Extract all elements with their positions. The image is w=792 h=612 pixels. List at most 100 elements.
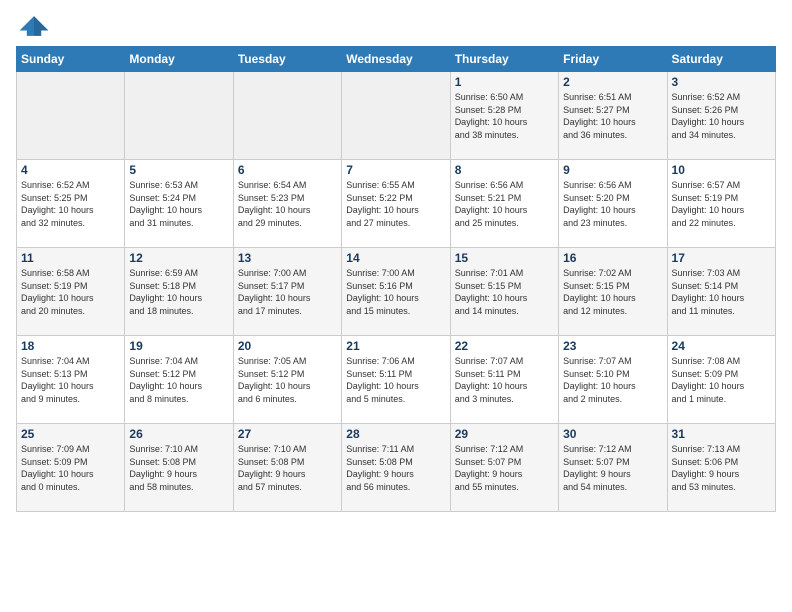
calendar-cell: 2Sunrise: 6:51 AMSunset: 5:27 PMDaylight… xyxy=(559,72,667,160)
calendar-week-row: 18 Sunrise: 7:04 AMSunset: 5:13 PMDayligh… xyxy=(17,336,776,424)
day-number: 17 xyxy=(672,251,771,265)
calendar-cell: 29 Sunrise: 7:12 AMSunset: 5:07 PMDayligh… xyxy=(450,424,558,512)
calendar-table: SundayMondayTuesdayWednesdayThursdayFrid… xyxy=(16,46,776,512)
page: SundayMondayTuesdayWednesdayThursdayFrid… xyxy=(0,0,792,612)
day-info: Sunrise: 7:02 AMSunset: 5:15 PMDaylight:… xyxy=(563,267,662,317)
day-number: 31 xyxy=(672,427,771,441)
day-info: Sunrise: 6:50 AMSunset: 5:28 PMDaylight:… xyxy=(455,91,554,141)
day-info: Sunrise: 7:10 AMSunset: 5:08 PMDaylight:… xyxy=(238,443,337,493)
day-info: Sunrise: 7:04 AMSunset: 5:13 PMDaylight:… xyxy=(21,355,120,405)
calendar-cell: 23 Sunrise: 7:07 AMSunset: 5:10 PMDayligh… xyxy=(559,336,667,424)
day-number: 11 xyxy=(21,251,120,265)
day-number: 3 xyxy=(672,75,771,89)
days-of-week-row: SundayMondayTuesdayWednesdayThursdayFrid… xyxy=(17,47,776,72)
day-number: 29 xyxy=(455,427,554,441)
day-of-week-header: Sunday xyxy=(17,47,125,72)
day-number: 7 xyxy=(346,163,445,177)
calendar-week-row: 11 Sunrise: 6:58 AMSunset: 5:19 PMDayligh… xyxy=(17,248,776,336)
day-info: Sunrise: 7:00 AMSunset: 5:17 PMDaylight:… xyxy=(238,267,337,317)
calendar-cell: 9Sunrise: 6:56 AMSunset: 5:20 PMDaylight… xyxy=(559,160,667,248)
day-info: Sunrise: 6:55 AMSunset: 5:22 PMDaylight:… xyxy=(346,179,445,229)
calendar-cell xyxy=(17,72,125,160)
day-number: 26 xyxy=(129,427,228,441)
day-info: Sunrise: 6:53 AMSunset: 5:24 PMDaylight:… xyxy=(129,179,228,229)
day-number: 18 xyxy=(21,339,120,353)
day-info: Sunrise: 6:57 AMSunset: 5:19 PMDaylight:… xyxy=(672,179,771,229)
day-info: Sunrise: 7:07 AMSunset: 5:11 PMDaylight:… xyxy=(455,355,554,405)
day-number: 21 xyxy=(346,339,445,353)
day-info: Sunrise: 7:04 AMSunset: 5:12 PMDaylight:… xyxy=(129,355,228,405)
calendar-cell: 10 Sunrise: 6:57 AMSunset: 5:19 PMDayligh… xyxy=(667,160,775,248)
day-info: Sunrise: 6:54 AMSunset: 5:23 PMDaylight:… xyxy=(238,179,337,229)
day-number: 28 xyxy=(346,427,445,441)
calendar-cell: 3 Sunrise: 6:52 AMSunset: 5:26 PMDaylight… xyxy=(667,72,775,160)
calendar-week-row: 4Sunrise: 6:52 AMSunset: 5:25 PMDaylight… xyxy=(17,160,776,248)
calendar-cell: 6 Sunrise: 6:54 AMSunset: 5:23 PMDaylight… xyxy=(233,160,341,248)
day-number: 25 xyxy=(21,427,120,441)
calendar-cell: 19 Sunrise: 7:04 AMSunset: 5:12 PMDayligh… xyxy=(125,336,233,424)
calendar-cell: 11 Sunrise: 6:58 AMSunset: 5:19 PMDayligh… xyxy=(17,248,125,336)
calendar-cell: 5 Sunrise: 6:53 AMSunset: 5:24 PMDaylight… xyxy=(125,160,233,248)
header xyxy=(16,12,776,40)
day-number: 15 xyxy=(455,251,554,265)
day-number: 5 xyxy=(129,163,228,177)
day-info: Sunrise: 7:07 AMSunset: 5:10 PMDaylight:… xyxy=(563,355,662,405)
day-number: 27 xyxy=(238,427,337,441)
day-number: 23 xyxy=(563,339,662,353)
day-info: Sunrise: 7:13 AMSunset: 5:06 PMDaylight:… xyxy=(672,443,771,493)
day-info: Sunrise: 6:56 AMSunset: 5:21 PMDaylight:… xyxy=(455,179,554,229)
calendar-cell: 24 Sunrise: 7:08 AMSunset: 5:09 PMDayligh… xyxy=(667,336,775,424)
day-of-week-header: Saturday xyxy=(667,47,775,72)
day-info: Sunrise: 7:06 AMSunset: 5:11 PMDaylight:… xyxy=(346,355,445,405)
calendar-cell: 20 Sunrise: 7:05 AMSunset: 5:12 PMDayligh… xyxy=(233,336,341,424)
calendar-cell xyxy=(233,72,341,160)
calendar-cell: 27 Sunrise: 7:10 AMSunset: 5:08 PMDayligh… xyxy=(233,424,341,512)
calendar-cell: 18 Sunrise: 7:04 AMSunset: 5:13 PMDayligh… xyxy=(17,336,125,424)
calendar-cell xyxy=(125,72,233,160)
calendar-cell: 4Sunrise: 6:52 AMSunset: 5:25 PMDaylight… xyxy=(17,160,125,248)
day-number: 24 xyxy=(672,339,771,353)
day-number: 22 xyxy=(455,339,554,353)
day-number: 12 xyxy=(129,251,228,265)
day-info: Sunrise: 7:01 AMSunset: 5:15 PMDaylight:… xyxy=(455,267,554,317)
day-info: Sunrise: 7:12 AMSunset: 5:07 PMDaylight:… xyxy=(455,443,554,493)
calendar-cell: 25 Sunrise: 7:09 AMSunset: 5:09 PMDayligh… xyxy=(17,424,125,512)
calendar-cell: 14Sunrise: 7:00 AMSunset: 5:16 PMDayligh… xyxy=(342,248,450,336)
day-number: 19 xyxy=(129,339,228,353)
day-of-week-header: Thursday xyxy=(450,47,558,72)
day-number: 8 xyxy=(455,163,554,177)
day-number: 20 xyxy=(238,339,337,353)
calendar-cell: 15 Sunrise: 7:01 AMSunset: 5:15 PMDayligh… xyxy=(450,248,558,336)
day-info: Sunrise: 6:56 AMSunset: 5:20 PMDaylight:… xyxy=(563,179,662,229)
day-number: 10 xyxy=(672,163,771,177)
calendar-week-row: 1Sunrise: 6:50 AMSunset: 5:28 PMDaylight… xyxy=(17,72,776,160)
day-info: Sunrise: 6:58 AMSunset: 5:19 PMDaylight:… xyxy=(21,267,120,317)
day-number: 4 xyxy=(21,163,120,177)
day-info: Sunrise: 6:51 AMSunset: 5:27 PMDaylight:… xyxy=(563,91,662,141)
day-number: 14 xyxy=(346,251,445,265)
day-of-week-header: Monday xyxy=(125,47,233,72)
calendar-cell: 16Sunrise: 7:02 AMSunset: 5:15 PMDayligh… xyxy=(559,248,667,336)
day-of-week-header: Tuesday xyxy=(233,47,341,72)
calendar-cell: 22 Sunrise: 7:07 AMSunset: 5:11 PMDayligh… xyxy=(450,336,558,424)
calendar-week-row: 25 Sunrise: 7:09 AMSunset: 5:09 PMDayligh… xyxy=(17,424,776,512)
calendar-cell: 28 Sunrise: 7:11 AMSunset: 5:08 PMDayligh… xyxy=(342,424,450,512)
calendar-cell: 26Sunrise: 7:10 AMSunset: 5:08 PMDayligh… xyxy=(125,424,233,512)
calendar-cell: 31 Sunrise: 7:13 AMSunset: 5:06 PMDayligh… xyxy=(667,424,775,512)
calendar-body: 1Sunrise: 6:50 AMSunset: 5:28 PMDaylight… xyxy=(17,72,776,512)
calendar-cell: 1Sunrise: 6:50 AMSunset: 5:28 PMDaylight… xyxy=(450,72,558,160)
calendar-cell: 8 Sunrise: 6:56 AMSunset: 5:21 PMDaylight… xyxy=(450,160,558,248)
calendar-cell xyxy=(342,72,450,160)
day-of-week-header: Wednesday xyxy=(342,47,450,72)
day-info: Sunrise: 7:05 AMSunset: 5:12 PMDaylight:… xyxy=(238,355,337,405)
day-number: 6 xyxy=(238,163,337,177)
day-number: 30 xyxy=(563,427,662,441)
day-info: Sunrise: 7:12 AMSunset: 5:07 PMDaylight:… xyxy=(563,443,662,493)
day-info: Sunrise: 6:59 AMSunset: 5:18 PMDaylight:… xyxy=(129,267,228,317)
calendar-cell: 17Sunrise: 7:03 AMSunset: 5:14 PMDayligh… xyxy=(667,248,775,336)
calendar-header: SundayMondayTuesdayWednesdayThursdayFrid… xyxy=(17,47,776,72)
day-info: Sunrise: 6:52 AMSunset: 5:26 PMDaylight:… xyxy=(672,91,771,141)
day-info: Sunrise: 7:11 AMSunset: 5:08 PMDaylight:… xyxy=(346,443,445,493)
day-info: Sunrise: 7:08 AMSunset: 5:09 PMDaylight:… xyxy=(672,355,771,405)
day-info: Sunrise: 7:09 AMSunset: 5:09 PMDaylight:… xyxy=(21,443,120,493)
